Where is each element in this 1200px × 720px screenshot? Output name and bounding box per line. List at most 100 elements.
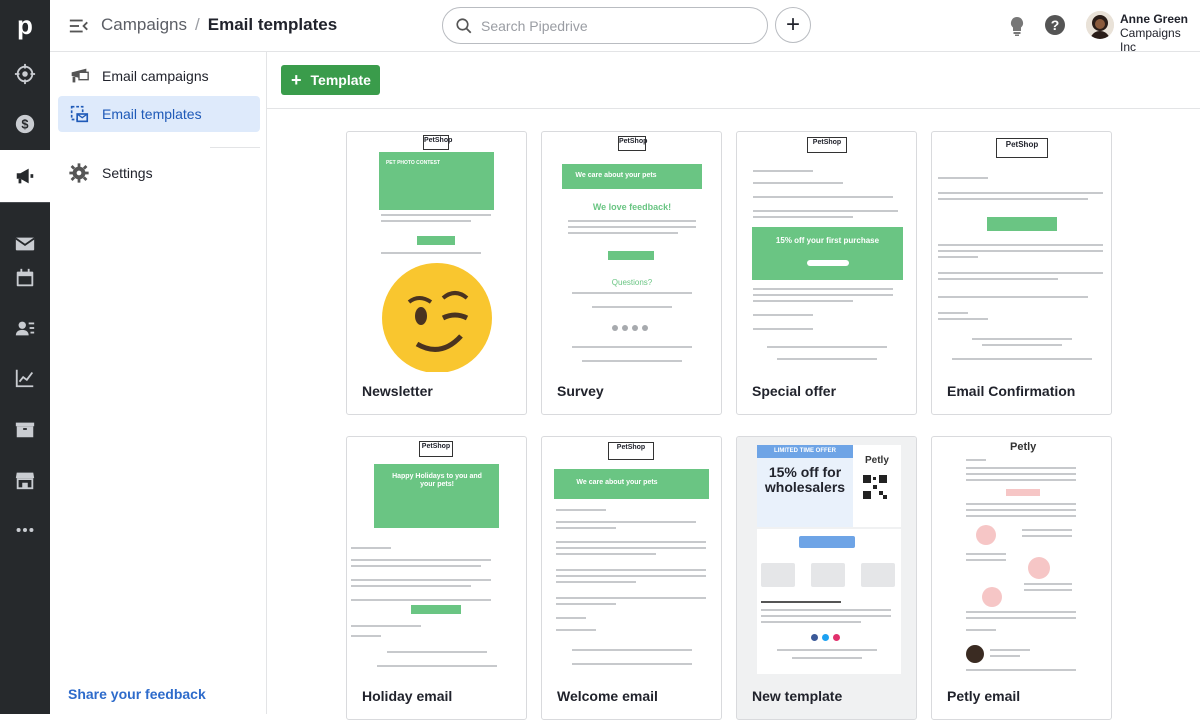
- add-template-label: Template: [310, 72, 371, 88]
- mail-icon: [15, 237, 35, 251]
- template-preview: PetShop We care about your pets We love …: [542, 132, 721, 372]
- rail-more[interactable]: [0, 505, 50, 555]
- template-preview: LIMITED TIME OFFER 15% off for wholesale…: [737, 437, 916, 677]
- template-preview: Petly: [932, 437, 1111, 677]
- add-template-button[interactable]: + Template: [281, 65, 380, 95]
- rail-calendar[interactable]: [0, 253, 50, 303]
- template-card-new-template[interactable]: LIMITED TIME OFFER 15% off for wholesale…: [736, 436, 917, 720]
- template-preview: PetShop PET PHOTO CONTEST: [347, 132, 526, 372]
- preview-banner-text: We care about your pets: [576, 479, 658, 486]
- sidebar-item-label: Settings: [102, 165, 153, 181]
- preview-offer: 15% off for wholesalers: [764, 464, 846, 495]
- sidebar-item-label: Email campaigns: [102, 68, 209, 84]
- template-name: Holiday email: [362, 688, 453, 704]
- preview-heading: We love feedback!: [592, 202, 672, 212]
- sidebar-item-email-templates[interactable]: Email templates: [58, 96, 260, 132]
- rail-insights[interactable]: [0, 353, 50, 403]
- campaigns-sidebar: Email campaigns Email templates Settings…: [50, 52, 267, 714]
- preview-brand: PetShop: [423, 135, 452, 150]
- template-card-holiday-email[interactable]: PetShop Happy Holidays to you and your p…: [346, 436, 527, 720]
- preview-tag: LIMITED TIME OFFER: [774, 448, 836, 454]
- pipedrive-logo[interactable]: p: [0, 0, 50, 50]
- preview-brand: PetShop: [618, 136, 647, 151]
- template-name: Special offer: [752, 383, 837, 399]
- template-name: Newsletter: [362, 383, 433, 399]
- breadcrumb-separator: /: [195, 15, 200, 34]
- sidebar-item-settings[interactable]: Settings: [58, 155, 260, 191]
- dollar-icon: $: [15, 114, 35, 134]
- template-name: Email Confirmation: [947, 383, 1076, 399]
- qr-code-icon: [862, 474, 888, 500]
- svg-text:?: ?: [1051, 17, 1060, 33]
- preview-brand: PetShop: [608, 442, 654, 460]
- contacts-icon: [15, 321, 35, 336]
- preview-banner-text: We care about your pets: [575, 172, 657, 179]
- calendar-icon: [16, 268, 34, 287]
- template-card-welcome-email[interactable]: PetShop We care about your pets Welcome …: [541, 436, 722, 720]
- sidebar-item-email-campaigns[interactable]: Email campaigns: [58, 58, 260, 94]
- quick-add-button[interactable]: +: [775, 7, 811, 43]
- plus-icon: +: [291, 69, 302, 90]
- sidebar-item-label: Email templates: [102, 106, 202, 122]
- user-avatar-icon: [1086, 11, 1114, 39]
- megaphone-icon: [16, 168, 34, 184]
- template-card-newsletter[interactable]: PetShop PET PHOTO CONTEST Newsletter: [346, 131, 527, 415]
- template-preview: PetShop 15% off your first purchase: [737, 132, 916, 372]
- top-bar: Campaigns / Email templates + ? Anne Gre…: [50, 0, 1200, 54]
- template-preview: PetShop We care about your pets: [542, 437, 721, 677]
- preview-banner: [752, 227, 903, 280]
- rail-target[interactable]: [0, 50, 50, 98]
- preview-brand: PetShop: [807, 137, 847, 153]
- email-templates-icon: [70, 105, 89, 123]
- breadcrumb: Campaigns / Email templates: [101, 15, 337, 35]
- preview-brand: Petly: [1010, 441, 1037, 453]
- svg-text:$: $: [21, 117, 28, 132]
- template-card-email-confirmation[interactable]: PetShop Email Confirmation: [931, 131, 1112, 415]
- gear-icon: [69, 163, 89, 183]
- template-card-special-offer[interactable]: PetShop 15% off your first purchase Spec…: [736, 131, 917, 415]
- user-menu[interactable]: Anne Green Campaigns Inc: [1120, 12, 1200, 54]
- search-icon: [456, 17, 472, 33]
- template-card-survey[interactable]: PetShop We care about your pets We love …: [541, 131, 722, 415]
- sidebar-divider: [210, 147, 260, 148]
- template-card-petly-email[interactable]: Petly Petly email: [931, 436, 1112, 720]
- template-name: Petly email: [947, 688, 1021, 704]
- box-icon: [15, 422, 35, 438]
- help-icon[interactable]: ?: [1044, 14, 1066, 36]
- preview-sub: Questions?: [611, 278, 653, 287]
- collapse-menu-icon[interactable]: [68, 15, 90, 37]
- preview-banner-text: 15% off your first purchase: [775, 236, 880, 245]
- search-box[interactable]: [442, 7, 768, 44]
- preview-banner-text: PET PHOTO CONTEST: [385, 160, 441, 166]
- page-title: Email templates: [207, 15, 338, 34]
- template-name: New template: [752, 688, 843, 704]
- target-icon: [14, 63, 36, 85]
- user-name: Anne Green: [1120, 12, 1189, 26]
- preview-button: [987, 217, 1057, 231]
- rail-products[interactable]: [0, 403, 50, 455]
- rail-campaigns[interactable]: [0, 150, 50, 202]
- user-company: Campaigns Inc: [1120, 26, 1181, 54]
- chart-icon: [15, 369, 34, 388]
- preview-banner-text: Happy Holidays to you and your pets!: [392, 473, 482, 488]
- rail-marketplace[interactable]: [0, 455, 50, 505]
- preview-brand: Petly: [865, 455, 889, 466]
- template-preview: PetShop Happy Holidays to you and your p…: [347, 437, 526, 677]
- template-preview: PetShop: [932, 132, 1111, 372]
- avatar[interactable]: [1086, 11, 1114, 39]
- template-name: Welcome email: [557, 688, 658, 704]
- rail-deals[interactable]: $: [0, 98, 50, 150]
- search-input[interactable]: [481, 17, 751, 34]
- tips-bulb-icon[interactable]: [1007, 15, 1027, 37]
- template-name: Survey: [557, 383, 604, 399]
- templates-toolbar: + Template: [267, 52, 1200, 109]
- share-feedback-link[interactable]: Share your feedback: [68, 686, 206, 702]
- email-campaigns-icon: [71, 68, 89, 83]
- preview-brand: PetShop: [419, 441, 453, 457]
- preview-brand: PetShop: [996, 138, 1048, 158]
- store-icon: [15, 472, 35, 490]
- app-rail: p $: [0, 0, 50, 714]
- more-icon: [16, 527, 34, 533]
- rail-contacts[interactable]: [0, 303, 50, 353]
- breadcrumb-parent[interactable]: Campaigns: [101, 15, 187, 35]
